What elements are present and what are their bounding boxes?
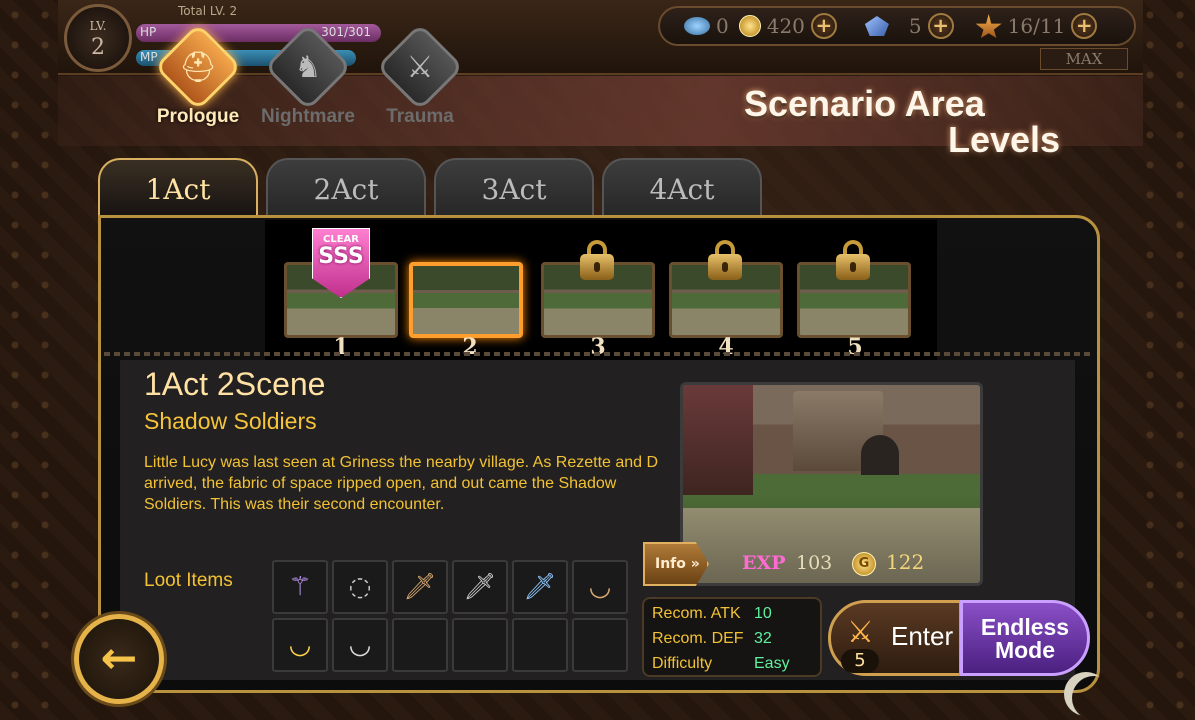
page-title-line2: Levels bbox=[948, 119, 1061, 160]
clear-rank-badge: CLEAR SSS bbox=[312, 228, 370, 298]
silver-bracelet-icon[interactable]: ◡ bbox=[332, 618, 388, 672]
difficulty-nightmare[interactable]: ♞ Nightmare bbox=[258, 23, 358, 128]
endless-mode-button[interactable]: Endless Mode bbox=[960, 600, 1090, 676]
rank-label: SSS bbox=[318, 244, 364, 269]
gold-counter: 420 + bbox=[738, 13, 837, 39]
scene-subtitle: Shadow Soldiers bbox=[144, 408, 317, 434]
loot-label: Loot Items bbox=[144, 570, 233, 591]
atk-value: 10 bbox=[754, 605, 772, 622]
stat-def: Recom. DEF 32 bbox=[652, 630, 772, 647]
tab-act-2[interactable]: 2Act bbox=[266, 158, 426, 218]
stat-atk: Recom. ATK 10 bbox=[652, 605, 772, 622]
crystal-value: 5 bbox=[908, 14, 922, 38]
moon-icon bbox=[1072, 676, 1116, 720]
currency-bar: 0 420 + 5 + 16/11 + bbox=[658, 6, 1136, 46]
difficulty-label: Nightmare bbox=[261, 106, 355, 127]
tab-act-1[interactable]: 1Act bbox=[98, 158, 258, 222]
enter-label: Enter bbox=[891, 621, 954, 651]
level-label: LV. bbox=[89, 19, 107, 33]
dagger-icon[interactable]: 🗡 bbox=[452, 560, 508, 614]
page-title-line1: Scenario Area bbox=[744, 83, 985, 124]
scene-number: 4 bbox=[718, 334, 734, 360]
staff-icon[interactable]: ⚚ bbox=[272, 560, 328, 614]
stamina-icon bbox=[975, 14, 1002, 38]
difficulty-label: Prologue bbox=[156, 106, 240, 127]
scene-thumb-2[interactable] bbox=[409, 262, 523, 338]
stamina-value: 16/11 bbox=[1007, 14, 1066, 38]
gold-reward-value: 122 bbox=[886, 550, 925, 574]
scene-heading: 1Act 2Scene bbox=[144, 366, 326, 402]
lock-icon bbox=[836, 240, 870, 280]
loot-slot-empty bbox=[392, 618, 448, 672]
gem-value: 0 bbox=[716, 14, 729, 38]
gem-icon bbox=[684, 17, 710, 35]
page-title: Scenario Area Levels bbox=[744, 86, 1060, 158]
stamina-counter: 16/11 + bbox=[975, 13, 1098, 39]
back-button[interactable]: ← bbox=[74, 614, 164, 704]
lock-icon bbox=[580, 240, 614, 280]
tab-act-3[interactable]: 3Act bbox=[434, 158, 594, 218]
gem-counter: 0 bbox=[684, 14, 729, 38]
exp-label: EXP bbox=[742, 552, 786, 574]
dagger-blue-icon[interactable]: 🗡 bbox=[512, 560, 568, 614]
necklace-icon[interactable]: ◌ bbox=[332, 560, 388, 614]
crystal-icon bbox=[864, 16, 889, 36]
loot-slot-empty bbox=[512, 618, 568, 672]
back-arrow-icon: ← bbox=[100, 633, 138, 684]
loot-grid: ⚚ ◌ 🗡 🗡 🗡 ◡ ◡ ◡ bbox=[272, 560, 628, 672]
right-border-pattern bbox=[1135, 0, 1195, 720]
dagger-icon[interactable]: 🗡 bbox=[392, 560, 448, 614]
def-value: 32 bbox=[754, 630, 772, 647]
total-level: Total LV. 2 bbox=[178, 4, 237, 18]
stat-difficulty: Difficulty Easy bbox=[652, 655, 790, 672]
tab-act-4[interactable]: 4Act bbox=[602, 158, 762, 218]
gold-value: 420 bbox=[766, 14, 805, 38]
gold-bracelet-icon[interactable]: ◡ bbox=[272, 618, 328, 672]
lock-icon bbox=[708, 240, 742, 280]
difficulty-label: Trauma bbox=[386, 106, 454, 127]
total-level-label: Total LV. bbox=[178, 4, 226, 18]
swords-icon: ⚔ bbox=[847, 615, 874, 650]
divider bbox=[104, 352, 1094, 356]
difficulty-prologue[interactable]: ⛑ Prologue bbox=[148, 23, 248, 128]
add-stamina-button[interactable]: + bbox=[1071, 13, 1098, 39]
scene-number: 5 bbox=[847, 334, 863, 360]
scene-number: 1 bbox=[333, 334, 349, 360]
player-level-badge: LV. 2 bbox=[64, 4, 132, 72]
recommended-stats: Recom. ATK 10 Recom. DEF 32 Difficulty E… bbox=[642, 597, 822, 677]
scene-description: Little Lucy was last seen at Griness the… bbox=[144, 454, 659, 513]
add-gold-button[interactable]: + bbox=[810, 13, 837, 39]
enter-button[interactable]: ⚔ Enter 5 bbox=[828, 600, 962, 676]
stamina-cost: 5 bbox=[841, 649, 879, 673]
info-button[interactable]: Info » bbox=[643, 542, 709, 586]
scene-number: 2 bbox=[462, 334, 478, 360]
scene-number: 3 bbox=[590, 334, 606, 360]
difficulty-value: Easy bbox=[754, 655, 790, 672]
coin-icon bbox=[738, 15, 761, 37]
loot-slot-empty bbox=[572, 618, 628, 672]
bracelet-icon[interactable]: ◡ bbox=[572, 560, 628, 614]
loot-slot-empty bbox=[452, 618, 508, 672]
total-level-value: 2 bbox=[229, 4, 238, 18]
gold-coin-icon: G bbox=[852, 552, 876, 576]
level-value: 2 bbox=[91, 35, 105, 60]
stamina-max-tag: MAX bbox=[1040, 48, 1128, 70]
left-border-pattern bbox=[0, 0, 60, 720]
crystal-counter: 5 + bbox=[864, 13, 954, 39]
add-crystal-button[interactable]: + bbox=[927, 13, 954, 39]
difficulty-trauma[interactable]: ⚔ Trauma bbox=[370, 23, 470, 128]
exp-value: 103 bbox=[796, 552, 833, 574]
